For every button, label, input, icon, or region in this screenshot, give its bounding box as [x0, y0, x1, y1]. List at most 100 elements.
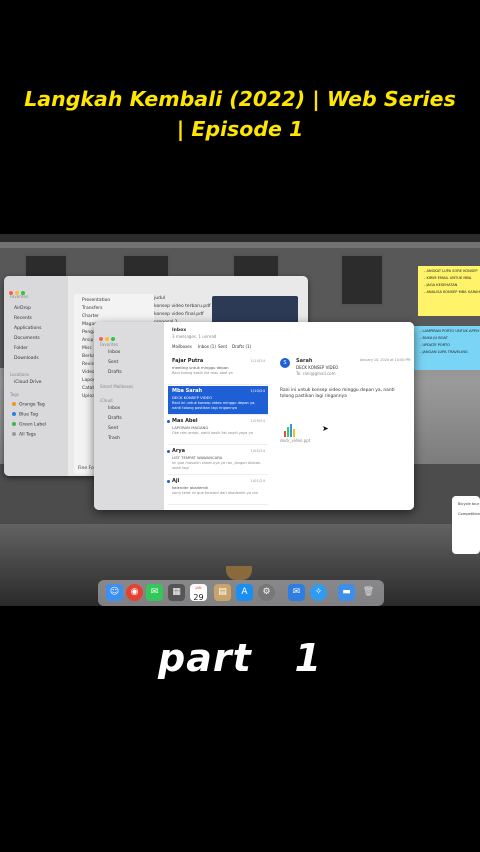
tab-sent[interactable]: Sent: [218, 344, 227, 349]
tag-dot-icon: [12, 412, 16, 416]
sender-name: Mba Sarah: [172, 388, 203, 394]
trash-icon[interactable]: 🗑: [360, 584, 377, 601]
sticky-line: - UPDATE PORTO: [420, 343, 450, 347]
sticky-line: - BUKA JU BOAT: [420, 336, 448, 340]
folder-item[interactable]: Misc: [82, 346, 92, 351]
safari-icon[interactable]: ✧: [310, 584, 327, 601]
sticky-line: - KIRIM EMAIL UNTUK MBA: [424, 276, 472, 280]
mailbox-title: Inbox: [172, 328, 187, 333]
reminders-widget[interactable]: Bicycle tour Competition: [452, 496, 480, 554]
message-row[interactable]: Arya 1/05/24 LIST TEMPAT WAWANCARA Ini g…: [167, 446, 268, 475]
settings-icon[interactable]: ⚙: [258, 584, 275, 601]
message-date: 1/14/24: [250, 358, 265, 363]
folder-icon[interactable]: ▬: [338, 584, 355, 601]
close-button[interactable]: [99, 337, 103, 341]
coffee-cup: [226, 566, 252, 580]
mailbox-sent[interactable]: Sent: [108, 360, 118, 365]
unread-dot-icon: [167, 420, 170, 423]
tag-dot-icon: [12, 422, 16, 426]
folder-item[interactable]: Video: [82, 370, 95, 375]
sidebar-item[interactable]: AirDrop: [14, 306, 31, 311]
sticky-line: - JANGAN LUPA TRAVELING: [420, 350, 468, 354]
message-date: 1/05/24: [250, 448, 265, 453]
message-date: 1/09/24: [250, 418, 265, 423]
file-item[interactable]: konsep video final.pdf: [154, 312, 204, 317]
unread-dot-icon: [167, 480, 170, 483]
message-preview: sorry telat ini gue forward dari akademi…: [172, 491, 259, 495]
sidebar-item[interactable]: Downloads: [14, 356, 39, 361]
tab-drafts[interactable]: Drafts (1): [232, 344, 251, 349]
tab-inbox[interactable]: Inbox (1): [198, 344, 216, 349]
sticky-note-yellow[interactable]: - ANGKAT LUPA SORE KONSEP - KIRIM EMAIL …: [418, 266, 480, 316]
sidebar-item[interactable]: Recents: [14, 316, 32, 321]
message-subject: LAPORAN MAGANG: [172, 425, 209, 430]
folder-item[interactable]: Charter: [82, 314, 99, 319]
sidebar-item[interactable]: Documents: [14, 336, 40, 341]
notes-icon[interactable]: ▤: [214, 584, 231, 601]
mail-icon[interactable]: ✉: [288, 584, 305, 601]
finder-icon[interactable]: ☺: [106, 584, 123, 601]
finder-sidebar: Favorites AirDrop Recents Applications D…: [4, 276, 68, 476]
chrome-icon[interactable]: ◉: [126, 584, 143, 601]
widget-item: Bicycle tour: [458, 502, 480, 506]
video-frame: Favorites AirDrop Recents Applications D…: [0, 234, 480, 606]
mailbox-item[interactable]: Drafts: [108, 416, 122, 421]
file-item[interactable]: judul: [154, 296, 165, 301]
file-item[interactable]: konsep video terbaru.pdf: [154, 304, 211, 309]
sidebar-section-locations: Locations: [10, 372, 30, 377]
reader-sender: Sarah: [296, 358, 313, 364]
message-row[interactable]: Fajar Putra 1/14/24 meeting untuk minggu…: [168, 356, 268, 385]
title-line-2: | Episode 1: [176, 117, 304, 141]
background-window: [340, 254, 384, 306]
sticky-note-blue[interactable]: - LAMPIRAN PORTO UNTUK APPLY BESOK - BUK…: [414, 326, 480, 370]
message-preview: Oke rani aman, nanti kasih list saudi ya…: [172, 431, 253, 435]
tag-blue[interactable]: Blue Tag: [12, 412, 38, 418]
message-list: Inbox 3 messages, 1 unread Mailboxes Inb…: [164, 322, 273, 510]
folder-item[interactable]: Arsip: [82, 338, 93, 343]
sidebar-item[interactable]: iCloud Drive: [14, 380, 42, 385]
message-row[interactable]: Mas Abel 1/09/24 LAPORAN MAGANG Oke rani…: [167, 416, 268, 445]
sticky-line: - LAMPIRAN PORTO UNTUK APPLY BESOK: [420, 329, 480, 333]
tag-green[interactable]: Green Label: [12, 422, 46, 428]
message-row-selected[interactable]: Mba Sarah 1/10/24 DECK KONSEP VIDEO Rani…: [168, 386, 268, 415]
calendar-month: JAN: [195, 586, 202, 590]
mailbox-item[interactable]: Inbox: [108, 406, 120, 411]
messages-icon[interactable]: ✉: [146, 584, 163, 601]
dock: ☺ ◉ ✉ ▦ JAN 29 ▤ A ⚙ ✉ ✧ ▬ 🗑: [98, 580, 384, 606]
tag-all[interactable]: All Tags: [12, 432, 36, 438]
chart-attachment-icon[interactable]: [284, 418, 296, 437]
sidebar-section: Smart Mailboxes: [100, 384, 134, 389]
video-title: Langkah Kembali (2022) | Web Series | Ep…: [20, 84, 460, 144]
tab-mailboxes[interactable]: Mailboxes: [172, 344, 192, 349]
mailbox-drafts[interactable]: Drafts: [108, 370, 122, 375]
part-label: part 1: [158, 636, 322, 680]
mailbox-item[interactable]: Trash: [108, 436, 120, 441]
message-reader: S Sarah DECK KONSEP VIDEO To: rani@gmail…: [272, 322, 414, 510]
reader-date: January 10, 2024 at 10:00 PM: [360, 358, 411, 362]
calculator-icon[interactable]: ▦: [168, 584, 185, 601]
sender-name: Arya: [172, 448, 185, 454]
attachment-name[interactable]: deck_video.ppt: [280, 438, 310, 443]
folder-item[interactable]: Transfers: [82, 306, 102, 311]
sidebar-item[interactable]: Folder: [14, 346, 28, 351]
widget-item: Competition: [458, 512, 480, 516]
app-store-icon[interactable]: A: [236, 584, 253, 601]
mailbox-inbox[interactable]: Inbox: [108, 350, 120, 355]
sidebar-section-favorites: Favorites: [10, 294, 29, 299]
tag-orange[interactable]: Orange Tag: [12, 402, 45, 408]
message-preview: Ini gue masukin sheet-nya ya ran, jangan…: [172, 461, 262, 470]
sender-name: Aji: [172, 478, 180, 484]
sidebar-section: Favorites: [100, 342, 119, 347]
message-subject: kalender akademik: [172, 485, 209, 490]
message-row[interactable]: Aji 1/01/24 kalender akademik sorry tela…: [167, 476, 268, 505]
mail-window: Favorites Inbox Sent Drafts Smart Mailbo…: [94, 322, 414, 510]
minimize-button[interactable]: [105, 337, 109, 341]
menu-bar: [0, 234, 480, 242]
sidebar-item[interactable]: Applications: [14, 326, 42, 331]
reader-subject: DECK KONSEP VIDEO: [296, 365, 339, 370]
zoom-button[interactable]: [111, 337, 115, 341]
calendar-icon[interactable]: JAN 29: [190, 584, 207, 602]
sticky-line: - ANALISA KONSEP MBA SARAH: [424, 290, 480, 294]
folder-item[interactable]: Presentation: [82, 298, 110, 303]
mailbox-item[interactable]: Sent: [108, 426, 118, 431]
